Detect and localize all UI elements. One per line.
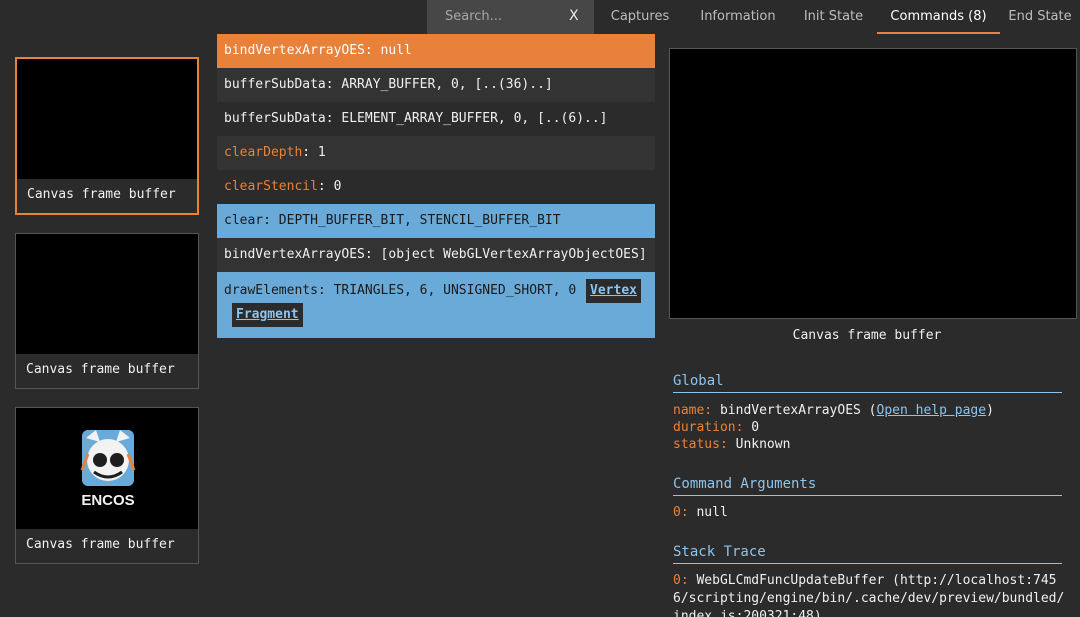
command-name: bufferSubData — [224, 111, 326, 126]
status-key: status: — [673, 437, 728, 452]
command-item[interactable]: bufferSubData: ELEMENT_ARRAY_BUFFER, 0, … — [217, 102, 655, 136]
command-args: : DEPTH_BUFFER_BIT, STENCIL_BUFFER_BIT — [263, 213, 561, 228]
stack-trace-section-title: Stack Trace — [673, 544, 1062, 564]
command-item[interactable]: clearDepth: 1 — [217, 136, 655, 170]
command-args: : 0 — [317, 179, 342, 194]
command-item[interactable]: clearStencil: 0 — [217, 170, 655, 204]
engine-logo-text: ENCOS — [81, 492, 134, 509]
command-item-selected[interactable]: bindVertexArrayOES: null — [217, 34, 655, 68]
command-name: bindVertexArrayOES — [224, 247, 365, 262]
command-args: : [object WebGLVertexArrayObjectOES] — [364, 247, 647, 262]
argument-value: null — [688, 505, 728, 520]
tab-commands[interactable]: Commands (8) — [877, 0, 1000, 34]
visual-state-thumbnail — [17, 59, 197, 179]
tab-init-state[interactable]: Init State — [790, 0, 877, 34]
command-name: bufferSubData — [224, 77, 326, 92]
command-args: : ARRAY_BUFFER, 0, [..(36)..] — [325, 77, 553, 92]
status-value: Unknown — [727, 437, 791, 452]
tab-information[interactable]: Information — [686, 0, 790, 34]
argument-row: 0: null — [673, 504, 728, 521]
global-section-title: Global — [673, 373, 1062, 393]
fragment-shader-link[interactable]: Fragment — [232, 303, 303, 327]
command-item-draw[interactable]: drawElements: TRIANGLES, 6, UNSIGNED_SHO… — [217, 272, 655, 338]
duration-key: duration: — [673, 420, 744, 435]
visual-state-2[interactable]: Canvas frame buffer — [15, 233, 199, 389]
engine-logo-icon: ENCOS — [80, 430, 136, 509]
command-name: bindVertexArrayOES — [224, 43, 365, 58]
visual-state-label: Canvas frame buffer — [27, 187, 176, 202]
duration-value: 0 — [743, 420, 760, 435]
command-args: : ELEMENT_ARRAY_BUFFER, 0, [..(6)..] — [325, 111, 608, 126]
command-item[interactable]: bufferSubData: ARRAY_BUFFER, 0, [..(36).… — [217, 68, 655, 102]
global-status-row: status: Unknown — [673, 436, 790, 453]
clear-search-button[interactable]: X — [569, 8, 579, 24]
tab-end-state[interactable]: End State — [1000, 0, 1080, 34]
command-args: : null — [364, 43, 412, 58]
stack-trace-value: WebGLCmdFuncUpdateBuffer (http://localho… — [673, 573, 1065, 617]
name-close-paren: ) — [986, 403, 994, 418]
command-name: drawElements — [224, 283, 318, 298]
top-bar: Search... X Captures Information Init St… — [0, 0, 1080, 36]
visual-state-label: Canvas frame buffer — [26, 362, 175, 377]
search-box[interactable]: Search... X — [427, 0, 594, 34]
frame-buffer-preview — [669, 48, 1077, 319]
tab-bar: Captures Information Init State Commands… — [594, 0, 1080, 34]
help-page-link[interactable]: Open help page — [877, 403, 987, 418]
vertex-shader-link[interactable]: Vertex — [586, 279, 641, 303]
tab-captures[interactable]: Captures — [594, 0, 686, 34]
command-name: clearDepth — [224, 145, 303, 160]
visual-state-3[interactable]: ENCOS Canvas frame buffer — [15, 407, 199, 564]
search-input[interactable]: Search... — [445, 9, 502, 24]
command-item[interactable]: bindVertexArrayOES: [object WebGLVertexA… — [217, 238, 655, 272]
command-name: clearStencil — [224, 179, 318, 194]
command-args: : TRIANGLES, 6, UNSIGNED_SHORT, 0 — [317, 283, 585, 298]
global-name-row: name: bindVertexArrayOES (Open help page… — [673, 402, 994, 419]
command-args: : 1 — [302, 145, 326, 160]
name-key: name: — [673, 403, 713, 418]
visual-state-thumbnail: ENCOS — [16, 408, 198, 529]
visual-state-1[interactable]: Canvas frame buffer — [15, 57, 199, 215]
visual-state-thumbnail — [16, 234, 198, 354]
visual-state-label: Canvas frame buffer — [26, 537, 175, 552]
command-list: bindVertexArrayOES: null bufferSubData: … — [217, 34, 655, 338]
arguments-section-title: Command Arguments — [673, 476, 1062, 496]
command-name: clear — [224, 213, 264, 228]
name-value: bindVertexArrayOES ( — [712, 403, 877, 418]
global-duration-row: duration: 0 — [673, 419, 759, 436]
stack-trace-key: 0: — [673, 573, 689, 588]
command-item-clear[interactable]: clear: DEPTH_BUFFER_BIT, STENCIL_BUFFER_… — [217, 204, 655, 238]
stack-trace-row: 0: WebGLCmdFuncUpdateBuffer (http://loca… — [673, 572, 1065, 617]
preview-label: Canvas frame buffer — [792, 328, 942, 343]
argument-key: 0: — [673, 505, 689, 520]
